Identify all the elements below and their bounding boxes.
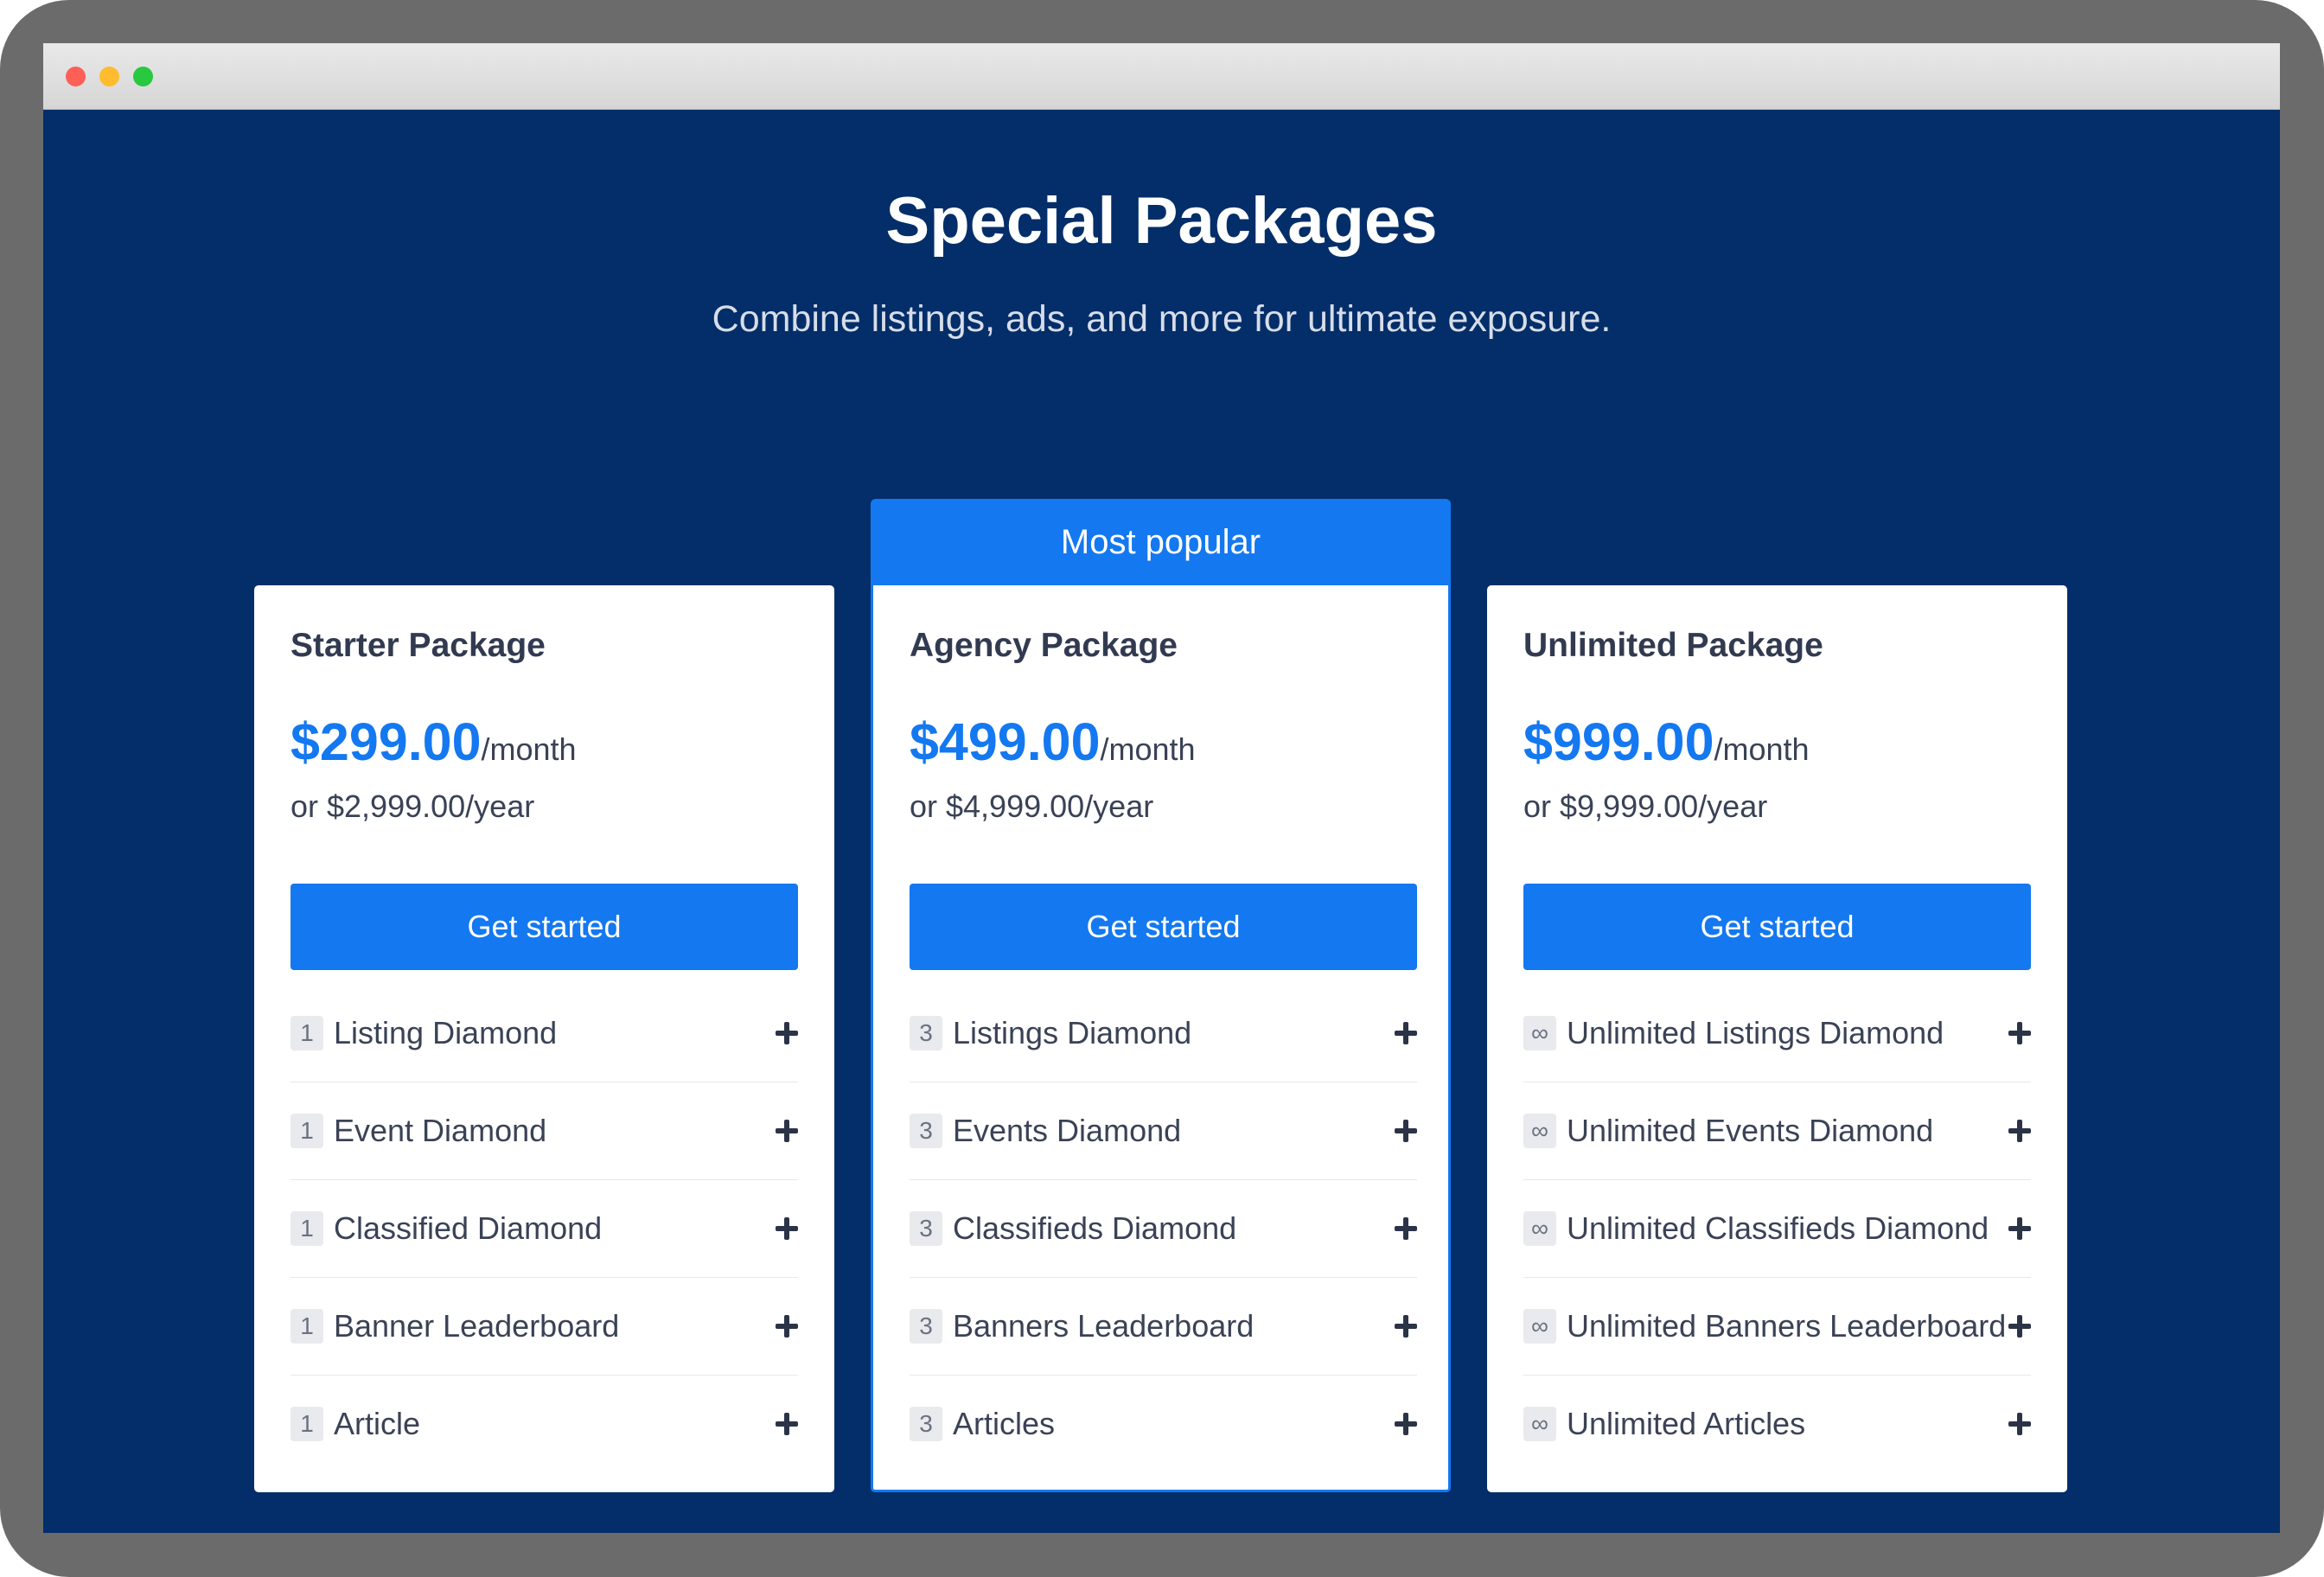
feature-item[interactable]: 1 Listing Diamond (290, 985, 798, 1082)
feature-item[interactable]: ∞ Unlimited Banners Leaderboard (1523, 1278, 2031, 1376)
feature-item[interactable]: ∞ Unlimited Articles (1523, 1376, 2031, 1472)
quantity-badge: 3 (910, 1211, 942, 1246)
feature-label: Article (334, 1406, 421, 1441)
plus-icon[interactable] (776, 1413, 798, 1435)
plus-icon[interactable] (2008, 1022, 2031, 1044)
feature-label: Unlimited Events Diamond (1567, 1113, 1934, 1148)
package-card-agency: Agency Package $499.00/month or $4,999.0… (871, 585, 1451, 1492)
quantity-badge: ∞ (1523, 1309, 1556, 1344)
most-popular-banner: Most popular (871, 499, 1451, 585)
feature-item[interactable]: ∞ Unlimited Listings Diamond (1523, 985, 2031, 1082)
feature-item[interactable]: 1 Banner Leaderboard (290, 1278, 798, 1376)
device-frame: Special Packages Combine listings, ads, … (0, 0, 2324, 1577)
feature-item[interactable]: 1 Classified Diamond (290, 1180, 798, 1278)
feature-label: Events Diamond (953, 1113, 1182, 1148)
get-started-button[interactable]: Get started (1523, 884, 2031, 970)
package-name: Starter Package (290, 627, 546, 664)
feature-item[interactable]: 1 Event Diamond (290, 1082, 798, 1180)
quantity-badge: 1 (290, 1114, 323, 1148)
feature-item[interactable]: 3 Events Diamond (910, 1082, 1417, 1180)
quantity-badge: 3 (910, 1407, 942, 1441)
feature-label: Listing Diamond (334, 1015, 558, 1050)
quantity-badge: 3 (910, 1016, 942, 1050)
get-started-button[interactable]: Get started (910, 884, 1417, 970)
plus-icon[interactable] (2008, 1217, 2031, 1240)
feature-item[interactable]: 3 Articles (910, 1376, 1417, 1472)
get-started-button[interactable]: Get started (290, 884, 798, 970)
quantity-badge: 1 (290, 1407, 323, 1441)
window-titlebar (43, 43, 2280, 110)
feature-item[interactable]: 3 Listings Diamond (910, 985, 1417, 1082)
feature-item[interactable]: ∞ Unlimited Classifieds Diamond (1523, 1180, 2031, 1278)
quantity-badge: 1 (290, 1016, 323, 1050)
price-period: /month (1714, 731, 1810, 767)
feature-label: Classified Diamond (334, 1210, 603, 1246)
monthly-price: $499.00 (910, 712, 1101, 771)
zoom-window-button[interactable] (133, 67, 153, 86)
quantity-badge: ∞ (1523, 1407, 1556, 1441)
monthly-price: $299.00 (290, 712, 482, 771)
price-row: $499.00/month (910, 712, 1196, 772)
feature-label: Banner Leaderboard (334, 1308, 620, 1344)
feature-item[interactable]: ∞ Unlimited Events Diamond (1523, 1082, 2031, 1180)
plus-icon[interactable] (1395, 1217, 1417, 1240)
plus-icon[interactable] (1395, 1120, 1417, 1142)
quantity-badge: 1 (290, 1211, 323, 1246)
monthly-price: $999.00 (1523, 712, 1714, 771)
browser-window: Special Packages Combine listings, ads, … (43, 43, 2280, 1533)
quantity-badge: 3 (910, 1309, 942, 1344)
quantity-badge: 1 (290, 1309, 323, 1344)
minimize-window-button[interactable] (99, 67, 119, 86)
plus-icon[interactable] (776, 1315, 798, 1338)
package-card-starter: Starter Package $299.00/month or $2,999.… (254, 585, 834, 1492)
pricing-section: Special Packages Combine listings, ads, … (43, 109, 2280, 1533)
plus-icon[interactable] (2008, 1413, 2031, 1435)
feature-list: 1 Listing Diamond 1 Event Diamond 1 Classif… (290, 985, 798, 1472)
feature-label: Classifieds Diamond (953, 1210, 1237, 1246)
plus-icon[interactable] (1395, 1315, 1417, 1338)
yearly-price: or $4,999.00/year (910, 788, 1154, 824)
plus-icon[interactable] (776, 1120, 798, 1142)
feature-item[interactable]: 1 Article (290, 1376, 798, 1472)
feature-label: Banners Leaderboard (953, 1308, 1255, 1344)
price-period: /month (481, 731, 577, 767)
quantity-badge: ∞ (1523, 1114, 1556, 1148)
price-period: /month (1100, 731, 1196, 767)
feature-item[interactable]: 3 Banners Leaderboard (910, 1278, 1417, 1376)
feature-label: Listings Diamond (953, 1015, 1192, 1050)
plus-icon[interactable] (776, 1217, 798, 1240)
plus-icon[interactable] (1395, 1413, 1417, 1435)
feature-label: Unlimited Classifieds Diamond (1567, 1210, 1989, 1246)
yearly-price: or $9,999.00/year (1523, 788, 1768, 824)
page-subtitle: Combine listings, ads, and more for ulti… (712, 298, 1612, 340)
feature-list: ∞ Unlimited Listings Diamond ∞ Unlimited E… (1523, 985, 2031, 1472)
feature-label: Unlimited Banners Leaderboard (1567, 1308, 2007, 1344)
quantity-badge: ∞ (1523, 1211, 1556, 1246)
feature-list: 3 Listings Diamond 3 Events Diamond 3 Class… (910, 985, 1417, 1472)
plus-icon[interactable] (2008, 1315, 2031, 1338)
feature-label: Unlimited Articles (1567, 1406, 1806, 1441)
feature-label: Unlimited Listings Diamond (1567, 1015, 1944, 1050)
plus-icon[interactable] (2008, 1120, 2031, 1142)
plus-icon[interactable] (776, 1022, 798, 1044)
price-row: $999.00/month (1523, 712, 1810, 772)
package-card-unlimited: Unlimited Package $999.00/month or $9,99… (1487, 585, 2067, 1492)
package-name: Unlimited Package (1523, 627, 1823, 664)
feature-label: Event Diamond (334, 1113, 547, 1148)
feature-item[interactable]: 3 Classifieds Diamond (910, 1180, 1417, 1278)
quantity-badge: ∞ (1523, 1016, 1556, 1050)
yearly-price: or $2,999.00/year (290, 788, 535, 824)
package-name: Agency Package (910, 627, 1178, 664)
plus-icon[interactable] (1395, 1022, 1417, 1044)
price-row: $299.00/month (290, 712, 577, 772)
close-window-button[interactable] (66, 67, 86, 86)
quantity-badge: 3 (910, 1114, 942, 1148)
page-title: Special Packages (885, 184, 1438, 258)
feature-label: Articles (953, 1406, 1056, 1441)
